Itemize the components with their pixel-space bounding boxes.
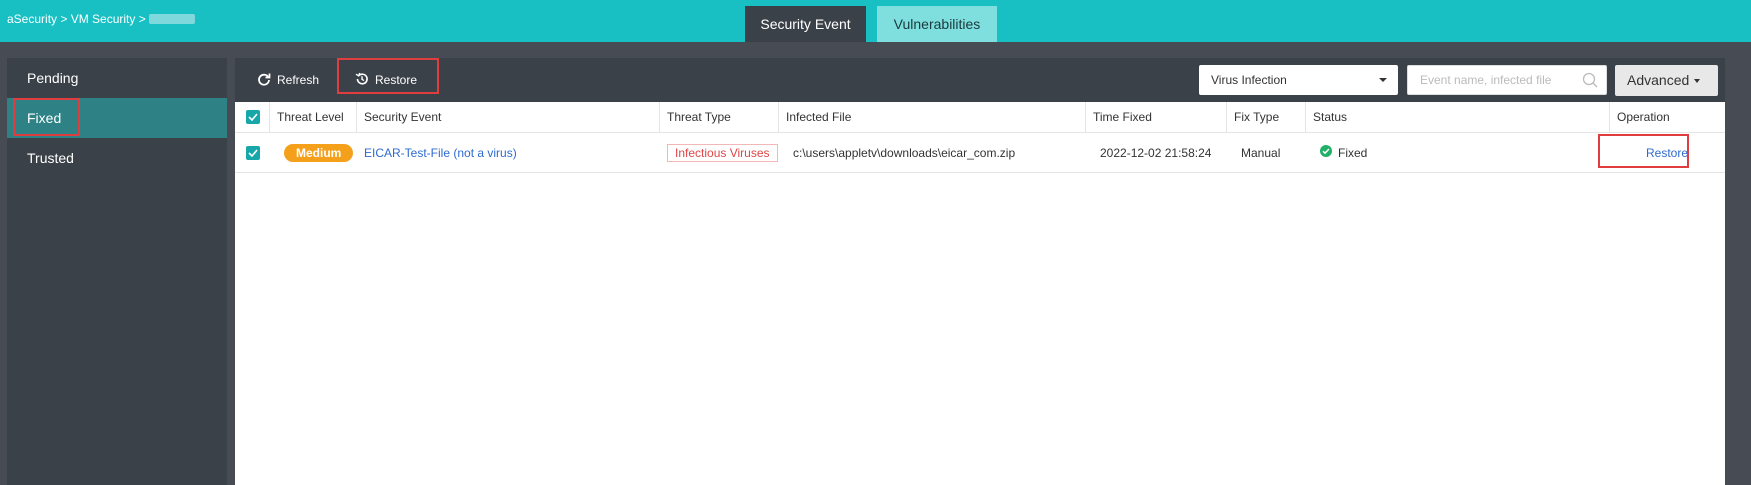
sidebar-item-fixed[interactable]: Fixed <box>7 98 227 138</box>
column-header-threat-type: Threat Type <box>660 102 779 133</box>
security-event-link[interactable]: EICAR-Test-File (not a virus) <box>364 146 517 160</box>
events-table: Threat Level Security Event Threat Type … <box>235 102 1725 485</box>
toolbar: Refresh Restore Virus Infection Advanced <box>235 58 1725 102</box>
sidebar: Pending Fixed Trusted <box>7 58 227 485</box>
sidebar-item-label: Trusted <box>27 150 74 166</box>
caret-down-icon <box>1694 79 1700 83</box>
table-row[interactable]: Medium EICAR-Test-File (not a virus) Inf… <box>235 133 1725 173</box>
column-header-status: Status <box>1306 102 1610 133</box>
refresh-icon <box>257 72 277 89</box>
sidebar-item-trusted[interactable]: Trusted <box>7 138 227 178</box>
top-bar: aSecurity > VM Security > Security Event… <box>0 0 1751 42</box>
table-header: Threat Level Security Event Threat Type … <box>235 102 1725 133</box>
tab-security-event[interactable]: Security Event <box>745 6 866 42</box>
main-panel: Refresh Restore Virus Infection Advanced <box>235 58 1751 485</box>
threat-type-tag: Infectious Viruses <box>667 144 778 162</box>
refresh-label: Refresh <box>277 73 320 87</box>
column-header-time-fixed: Time Fixed <box>1086 102 1227 133</box>
breadcrumb-redacted <box>148 14 195 24</box>
column-header-threat-level: Threat Level <box>270 102 357 133</box>
infected-file-cell: c:\users\appletv\downloads\eicar_com.zip <box>793 146 1016 160</box>
time-fixed-cell: 2022-12-02 21:58:24 <box>1100 146 1212 160</box>
status-text: Fixed <box>1338 146 1368 160</box>
caret-down-icon <box>1379 78 1387 82</box>
advanced-label: Advanced <box>1627 72 1690 88</box>
threat-level-cell: Medium <box>277 133 354 173</box>
column-header-operation: Operation <box>1617 110 1670 124</box>
threat-type-cell: Infectious Viruses <box>660 133 778 173</box>
threat-filter-select[interactable]: Virus Infection <box>1199 65 1398 95</box>
breadcrumb-text: aSecurity > VM Security > <box>7 12 146 26</box>
refresh-button[interactable]: Refresh <box>257 69 319 91</box>
column-header-infected-file: Infected File <box>779 102 1086 133</box>
column-header-fix-type: Fix Type <box>1227 102 1306 133</box>
search-box[interactable] <box>1407 65 1607 95</box>
highlight-box-fixed <box>13 98 80 136</box>
breadcrumb: aSecurity > VM Security > <box>7 12 195 26</box>
row-checkbox[interactable] <box>246 146 260 160</box>
header-select-all-cell <box>235 102 270 133</box>
check-circle-icon <box>1320 133 1338 173</box>
highlight-box-restore <box>337 58 439 94</box>
fix-type-cell: Manual <box>1241 146 1281 160</box>
select-all-checkbox[interactable] <box>246 110 260 124</box>
status-badge: Fixed <box>1320 133 1367 173</box>
search-icon[interactable] <box>1582 72 1598 91</box>
security-event-cell: EICAR-Test-File (not a virus) <box>357 133 517 173</box>
threat-filter-value: Virus Infection <box>1211 73 1287 87</box>
sidebar-item-pending[interactable]: Pending <box>7 58 227 98</box>
threat-level-badge: Medium <box>284 144 354 162</box>
search-input[interactable] <box>1408 66 1578 94</box>
tab-vulnerabilities[interactable]: Vulnerabilities <box>877 6 997 42</box>
advanced-button[interactable]: Advanced <box>1615 65 1718 96</box>
highlight-box-operation <box>1598 134 1689 168</box>
column-header-security-event: Security Event <box>357 102 660 133</box>
sidebar-item-label: Pending <box>27 70 79 86</box>
status-cell: Fixed <box>1313 133 1367 173</box>
